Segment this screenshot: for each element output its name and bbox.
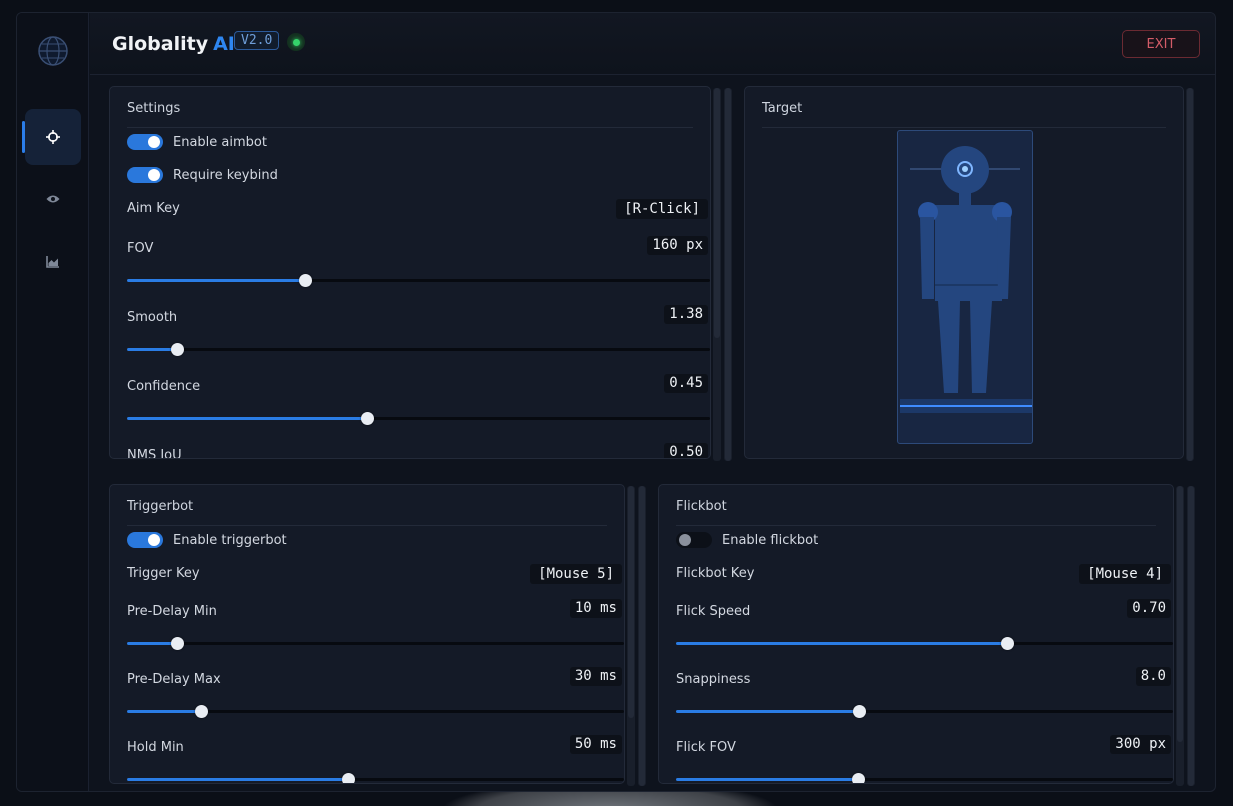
hold-min-label: Hold Min: [127, 740, 184, 755]
nav-visuals[interactable]: [25, 171, 81, 227]
smooth-value: 1.38: [664, 305, 708, 324]
triggerbot-scrollbar[interactable]: [627, 486, 635, 786]
brand-ai: AI: [213, 33, 235, 55]
target-preview[interactable]: [897, 130, 1033, 444]
hold-min-value: 50 ms: [569, 735, 622, 754]
target-title: Target: [762, 101, 803, 116]
flickbot-title: Flickbot: [676, 499, 727, 514]
triggerbot-outer-scrollbar[interactable]: [638, 486, 646, 786]
fov-slider[interactable]: [127, 273, 710, 289]
fov-value: 160 px: [647, 236, 708, 255]
flickbot-panel: Flickbot Enable flickbot Flickbot Key [M…: [658, 484, 1174, 784]
settings-panel: Settings Enable aimbot Require keybind A…: [109, 86, 711, 459]
slider-thumb[interactable]: [361, 412, 375, 425]
smooth-slider[interactable]: [127, 342, 710, 358]
slider-thumb[interactable]: [298, 274, 312, 287]
flick-speed-value: 0.70: [1127, 599, 1171, 618]
app-title: Globality AI: [112, 33, 235, 55]
fov-label: FOV: [127, 241, 154, 256]
pre-delay-max-slider[interactable]: [127, 704, 624, 720]
slider-thumb[interactable]: [341, 773, 355, 783]
slider-thumb[interactable]: [171, 343, 185, 356]
snappiness-slider[interactable]: [676, 704, 1173, 720]
divider: [127, 525, 607, 526]
flick-fov-value: 300 px: [1110, 735, 1171, 754]
require-keybind-label: Require keybind: [173, 168, 278, 183]
aim-key-label: Aim Key: [127, 201, 180, 216]
require-keybind-toggle[interactable]: [127, 167, 163, 183]
target-panel: Target: [744, 86, 1184, 459]
nms-iou-label: NMS IoU: [127, 448, 182, 459]
exit-button[interactable]: EXIT: [1122, 30, 1200, 58]
flickbot-outer-scrollbar[interactable]: [1187, 486, 1195, 786]
globe-logo-icon: [37, 35, 69, 67]
sidebar: [17, 13, 89, 791]
app-window: Globality AI V2.0 EXIT Settings Enable ai…: [16, 12, 1216, 792]
flickbot-key-label: Flickbot Key: [676, 566, 755, 581]
enable-triggerbot-toggle[interactable]: [127, 532, 163, 548]
triggerbot-title: Triggerbot: [127, 499, 194, 514]
divider: [127, 127, 693, 128]
version-badge: V2.0: [234, 31, 280, 50]
nms-iou-value: 0.50: [664, 443, 708, 458]
trigger-key-label: Trigger Key: [127, 566, 200, 581]
slider-thumb[interactable]: [170, 637, 184, 650]
flick-fov-label: Flick FOV: [676, 740, 736, 755]
nav-stats[interactable]: [25, 234, 81, 290]
flickbot-scrollbar[interactable]: [1176, 486, 1184, 786]
header: Globality AI V2.0 EXIT: [90, 13, 1215, 75]
flickbot-key-button[interactable]: [Mouse 4]: [1079, 564, 1171, 584]
pre-delay-max-label: Pre-Delay Max: [127, 672, 221, 687]
triggerbot-panel: Triggerbot Enable triggerbot Trigger Key…: [109, 484, 625, 784]
pre-delay-max-value: 30 ms: [569, 667, 622, 686]
slider-thumb[interactable]: [852, 705, 866, 718]
enable-aimbot-label: Enable aimbot: [173, 135, 267, 150]
target-scrollbar[interactable]: [1186, 88, 1194, 461]
slider-thumb[interactable]: [1001, 637, 1015, 650]
body-figure: [900, 146, 1032, 413]
confidence-slider[interactable]: [127, 411, 710, 427]
enable-triggerbot-label: Enable triggerbot: [173, 533, 287, 548]
flick-speed-label: Flick Speed: [676, 604, 751, 619]
pre-delay-min-value: 10 ms: [569, 599, 622, 618]
eye-icon: [46, 195, 60, 203]
enable-flickbot-toggle[interactable]: [676, 532, 712, 548]
settings-title: Settings: [127, 101, 181, 116]
enable-flickbot-label: Enable flickbot: [722, 533, 819, 548]
crosshair-icon: [46, 130, 60, 144]
snappiness-value: 8.0: [1135, 667, 1171, 686]
snappiness-label: Snappiness: [676, 672, 751, 687]
slider-thumb[interactable]: [851, 773, 865, 783]
flick-fov-slider[interactable]: [676, 772, 1173, 783]
enable-aimbot-toggle[interactable]: [127, 134, 163, 150]
aim-key-button[interactable]: [R-Click]: [616, 199, 708, 219]
trigger-key-button[interactable]: [Mouse 5]: [530, 564, 622, 584]
divider: [762, 127, 1166, 128]
confidence-label: Confidence: [127, 379, 201, 394]
settings-outer-scrollbar[interactable]: [724, 88, 732, 461]
pre-delay-min-label: Pre-Delay Min: [127, 604, 217, 619]
hold-min-slider[interactable]: [127, 772, 624, 783]
smooth-label: Smooth: [127, 310, 178, 325]
slider-thumb[interactable]: [195, 705, 209, 718]
divider: [676, 525, 1156, 526]
brand-name: Globality: [112, 33, 209, 55]
settings-scrollbar[interactable]: [713, 88, 721, 461]
chart-icon: [46, 256, 59, 268]
nav-aim[interactable]: [22, 109, 81, 165]
flick-speed-slider[interactable]: [676, 636, 1173, 652]
main-content: Settings Enable aimbot Require keybind A…: [90, 76, 1215, 791]
pre-delay-min-slider[interactable]: [127, 636, 624, 652]
confidence-value: 0.45: [664, 374, 708, 393]
status-indicator-icon: [287, 33, 305, 51]
